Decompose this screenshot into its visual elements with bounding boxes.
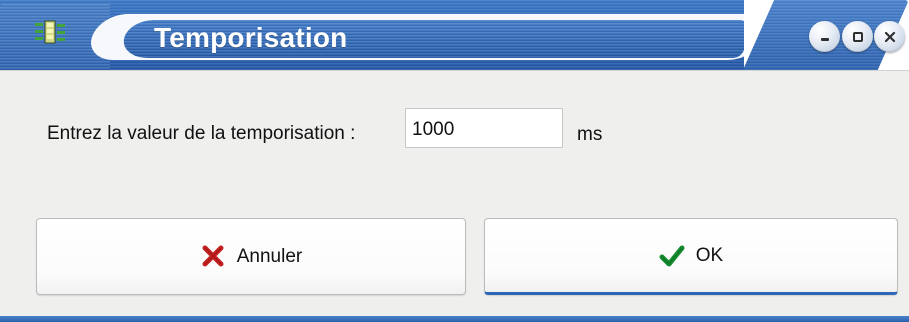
ok-button-label: OK	[695, 244, 724, 266]
app-icon	[33, 19, 67, 45]
close-button[interactable]	[874, 21, 905, 52]
maximize-button[interactable]	[842, 21, 873, 52]
maximize-icon	[852, 31, 863, 42]
unit-label: ms	[577, 124, 603, 145]
checkmark-icon	[659, 245, 685, 266]
cancel-button[interactable]: Annuler	[36, 218, 466, 295]
minimize-button[interactable]	[809, 21, 840, 52]
delay-input[interactable]	[405, 108, 563, 148]
minimize-icon	[820, 37, 829, 41]
ok-button[interactable]: OK	[484, 218, 898, 295]
cancel-button-label: Annuler	[236, 245, 303, 267]
title-bar[interactable]: Temporisation	[0, 0, 909, 70]
dialog-bottom-border	[0, 316, 909, 322]
cancel-x-icon	[202, 245, 224, 266]
window-title: Temporisation	[154, 22, 348, 53]
close-icon	[884, 31, 895, 42]
temporisation-dialog: Temporisation Entrez la valeur de la tem…	[0, 0, 909, 322]
delay-prompt-label: Entrez la valeur de la temporisation :	[47, 123, 356, 144]
